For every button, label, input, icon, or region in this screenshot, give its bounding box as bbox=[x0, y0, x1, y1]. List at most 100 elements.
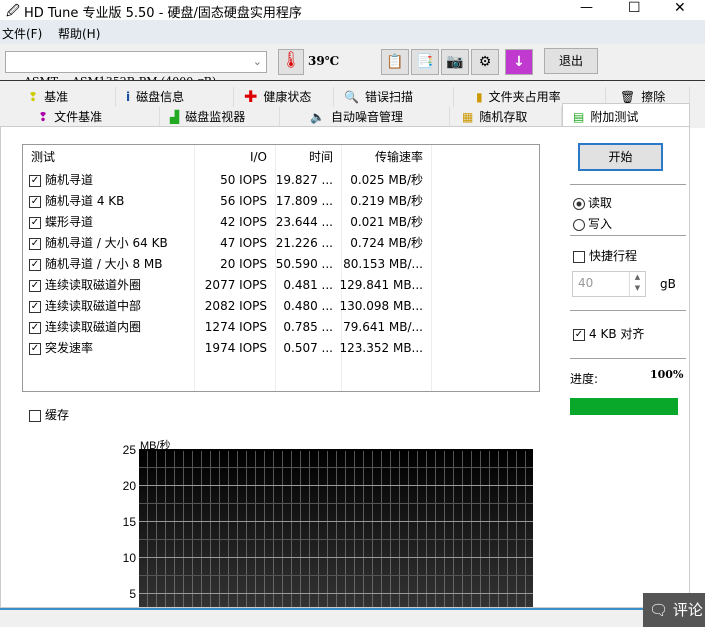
exit-button[interactable]: 退出 bbox=[544, 48, 598, 74]
test-checkbox[interactable]: ✓ 连续读取磁道中部 bbox=[29, 296, 141, 317]
tab-random-access[interactable]: ▦ 随机存取 bbox=[452, 107, 562, 127]
read-radio[interactable]: 读取 bbox=[573, 194, 612, 211]
random-access-icon: ▦ bbox=[462, 110, 474, 124]
test-name: 连续读取磁道内圈 bbox=[45, 320, 142, 334]
temperature-button[interactable]: 🌡 bbox=[278, 49, 304, 75]
io-value: 2077 IOPS bbox=[204, 278, 267, 292]
close-button[interactable]: ✕ bbox=[674, 0, 686, 16]
checkbox-icon bbox=[573, 250, 585, 263]
quick-size-unit: gB bbox=[660, 277, 676, 291]
time-value: 21.226 ... bbox=[275, 236, 333, 250]
header-io[interactable]: I/O bbox=[250, 147, 267, 168]
checkbox-checked-icon: ✓ bbox=[29, 195, 41, 208]
write-label: 写入 bbox=[588, 217, 613, 231]
header-test[interactable]: 测试 bbox=[31, 147, 55, 168]
drive-select[interactable]: ASMT ASM1352R-PM (4000 gB) ⌄ bbox=[5, 51, 267, 88]
title-bar: 🖉 HD Tune 专业版 5.50 - 硬盘/固态硬盘实用程序 — ☐ ✕ bbox=[0, 0, 705, 21]
options-icon[interactable]: ⚙ bbox=[471, 49, 499, 75]
exit-label: 退出 bbox=[558, 54, 583, 68]
io-value: 56 IOPS bbox=[220, 194, 267, 208]
magnifier-icon: 🔍 bbox=[344, 90, 359, 104]
quick-label: 快捷行程 bbox=[589, 249, 638, 263]
quick-size-spinner[interactable]: 40 ▲ ▼ bbox=[572, 271, 646, 297]
table-header: 测试 I/O 时间 传输速率 bbox=[23, 147, 539, 168]
header-time[interactable]: 时间 bbox=[309, 147, 333, 168]
tab-bar: ❢ 基准 i 磁盘信息 ✚ 健康状态 🔍 错误扫描 ▮ 文件夹占用率 🗑 擦除 ❢ 文件基准 … bbox=[0, 80, 705, 129]
copy-icon[interactable]: 📋 bbox=[381, 49, 409, 75]
menu-help[interactable]: 帮助(H) bbox=[58, 25, 100, 42]
tab-label: 健康状态 bbox=[263, 90, 312, 104]
tab-disk-info[interactable]: i 磁盘信息 bbox=[116, 87, 234, 107]
table-row[interactable]: ✓ 蝶形寻道 42 IOPS 23.644 ... 0.021 MB/秒 bbox=[23, 212, 539, 233]
checkbox-icon bbox=[29, 409, 41, 422]
rate-value: 0.724 MB/秒 bbox=[350, 236, 423, 250]
rate-value: 130.098 MB... bbox=[339, 299, 423, 313]
speaker-icon: 🔈 bbox=[310, 110, 325, 124]
divider bbox=[570, 310, 686, 311]
progress-fill bbox=[570, 398, 678, 415]
test-name: 随机寻道 / 大小 64 KB bbox=[45, 236, 168, 250]
test-checkbox[interactable]: ✓ 随机寻道 bbox=[29, 170, 93, 191]
test-checkbox[interactable]: ✓ 突发速率 bbox=[29, 338, 93, 359]
test-checkbox[interactable]: ✓ 连续读取磁道内圈 bbox=[29, 317, 141, 338]
io-value: 2082 IOPS bbox=[204, 299, 267, 313]
minimize-button[interactable]: — bbox=[580, 0, 593, 15]
cache-checkbox[interactable]: 缓存 bbox=[29, 406, 69, 423]
quick-test-checkbox[interactable]: 快捷行程 bbox=[573, 247, 637, 264]
read-label: 读取 bbox=[588, 196, 613, 210]
tab-label: 错误扫描 bbox=[364, 90, 413, 104]
table-row[interactable]: ✓ 连续读取磁道中部 2082 IOPS 0.480 ... 130.098 MB… bbox=[23, 296, 539, 317]
divider bbox=[570, 235, 686, 236]
checkbox-checked-icon: ✓ bbox=[29, 174, 41, 187]
header-rate[interactable]: 传输速率 bbox=[375, 147, 423, 168]
y-tick-label: 25 bbox=[122, 443, 136, 457]
test-checkbox[interactable]: ✓ 蝶形寻道 bbox=[29, 212, 93, 233]
table-row[interactable]: ✓ 连续读取磁道内圈 1274 IOPS 0.785 ... 79.641 MB/… bbox=[23, 317, 539, 338]
start-button[interactable]: 开始 bbox=[578, 143, 663, 171]
io-value: 50 IOPS bbox=[220, 173, 267, 187]
tab-disk-monitor[interactable]: ▟ 磁盘监视器 bbox=[160, 107, 280, 127]
test-checkbox[interactable]: ✓ 连续读取磁道外圈 bbox=[29, 275, 141, 296]
tab-error-scan[interactable]: 🔍 错误扫描 bbox=[334, 87, 454, 107]
write-radio[interactable]: 写入 bbox=[573, 215, 612, 232]
table-row[interactable]: ✓ 随机寻道 4 KB 56 IOPS 17.809 ... 0.219 MB/秒 bbox=[23, 191, 539, 212]
download-icon[interactable]: ↓ bbox=[505, 49, 533, 75]
tab-label: 文件基准 bbox=[54, 110, 103, 124]
checkbox-checked-icon: ✓ bbox=[29, 237, 41, 250]
camera-icon[interactable]: 📷 bbox=[441, 49, 469, 75]
spinner-arrows-icon[interactable]: ▲ ▼ bbox=[629, 272, 645, 296]
tab-label: 基准 bbox=[44, 90, 69, 104]
io-value: 42 IOPS bbox=[220, 215, 267, 229]
menu-file[interactable]: 文件(F) bbox=[2, 25, 42, 42]
table-row[interactable]: ✓ 随机寻道 / 大小 8 MB 20 IOPS 50.590 ... 80.15… bbox=[23, 254, 539, 275]
maximize-button[interactable]: ☐ bbox=[628, 0, 641, 16]
tab-benchmark[interactable]: ❢ 基准 bbox=[18, 87, 116, 107]
comment-button[interactable]: 🗨 评论 bbox=[643, 593, 705, 627]
copy-all-icon[interactable]: 📑 bbox=[411, 49, 439, 75]
align-4kb-checkbox[interactable]: ✓ 4 KB 对齐 bbox=[573, 325, 644, 342]
test-checkbox[interactable]: ✓ 随机寻道 / 大小 8 MB bbox=[29, 254, 163, 275]
comment-label: 评论 bbox=[672, 601, 703, 619]
rate-value: 129.841 MB... bbox=[339, 278, 423, 292]
table-row[interactable]: ✓ 随机寻道 / 大小 64 KB 47 IOPS 21.226 ... 0.72… bbox=[23, 233, 539, 254]
table-row[interactable]: ✓ 突发速率 1974 IOPS 0.507 ... 123.352 MB... bbox=[23, 338, 539, 359]
checkbox-checked-icon: ✓ bbox=[29, 216, 41, 229]
progress-bar bbox=[570, 398, 678, 415]
test-checkbox[interactable]: ✓ 随机寻道 4 KB bbox=[29, 191, 124, 212]
test-checkbox[interactable]: ✓ 随机寻道 / 大小 64 KB bbox=[29, 233, 168, 254]
checkbox-checked-icon: ✓ bbox=[29, 321, 41, 334]
table-row[interactable]: ✓ 随机寻道 50 IOPS 19.827 ... 0.025 MB/秒 bbox=[23, 170, 539, 191]
tab-health[interactable]: ✚ 健康状态 bbox=[234, 87, 334, 107]
time-value: 0.481 ... bbox=[283, 278, 333, 292]
exclamation-icon: ❢ bbox=[28, 90, 39, 104]
tab-file-benchmark[interactable]: ❢ 文件基准 bbox=[28, 107, 160, 127]
time-value: 17.809 ... bbox=[275, 194, 333, 208]
table-row[interactable]: ✓ 连续读取磁道外圈 2077 IOPS 0.481 ... 129.841 MB… bbox=[23, 275, 539, 296]
start-label: 开始 bbox=[608, 150, 633, 164]
checkbox-checked-icon: ✓ bbox=[29, 300, 41, 313]
tab-aam[interactable]: 🔈 自动噪音管理 bbox=[300, 107, 450, 127]
divider bbox=[570, 184, 686, 185]
time-value: 23.644 ... bbox=[275, 215, 333, 229]
health-cross-icon: ✚ bbox=[244, 87, 258, 106]
results-table: 测试 I/O 时间 传输速率 ✓ 随机寻道 50 IOPS 19.827 ... … bbox=[22, 144, 540, 392]
